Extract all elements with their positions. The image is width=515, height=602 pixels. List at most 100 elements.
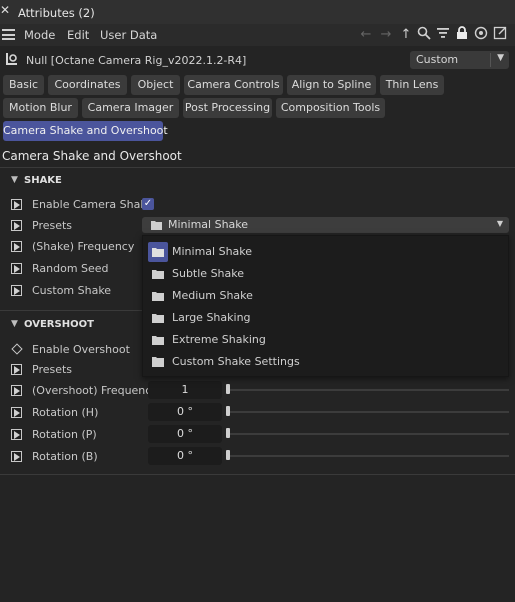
param-label: Enable Overshoot xyxy=(32,343,130,356)
folder-icon xyxy=(152,269,164,279)
menu-mode[interactable]: Mode xyxy=(24,28,55,42)
keyframe-icon[interactable] xyxy=(11,263,22,274)
keyframe-icon[interactable] xyxy=(11,285,22,296)
new-window-icon[interactable] xyxy=(491,26,509,44)
slider-track[interactable] xyxy=(228,433,509,435)
param-label: Random Seed xyxy=(32,262,109,275)
menu-item-extreme-shaking[interactable]: Extreme Shaking xyxy=(143,329,508,351)
param-label: (Overshoot) Frequency xyxy=(32,384,158,397)
hamburger-menu-icon[interactable] xyxy=(2,29,15,40)
keyframe-icon[interactable] xyxy=(11,429,22,440)
tab-camera-controls[interactable]: Camera Controls xyxy=(184,75,283,95)
menu-item-label: Minimal Shake xyxy=(172,245,253,258)
menu-item-label: Medium Shake xyxy=(172,289,253,302)
menu-user-data[interactable]: User Data xyxy=(100,28,157,42)
group-overshoot-title: OVERSHOOT xyxy=(24,319,94,330)
folder-icon xyxy=(152,357,164,367)
param-label: Presets xyxy=(32,363,73,376)
window-title: Attributes (2) xyxy=(18,6,95,20)
divider xyxy=(490,53,491,67)
keyframe-icon[interactable] xyxy=(11,385,22,396)
param-label: Rotation (H) xyxy=(32,406,99,419)
group-shake-header[interactable]: ▼ SHAKE xyxy=(0,172,515,190)
overshoot-frequency-input[interactable]: 1 xyxy=(148,381,222,399)
forward-arrow-icon[interactable]: → xyxy=(377,26,395,44)
tab-basic[interactable]: Basic xyxy=(3,75,44,95)
slider-handle[interactable] xyxy=(226,428,230,438)
close-icon[interactable]: ✕ xyxy=(0,3,10,17)
chevron-down-icon: ▼ xyxy=(497,53,504,63)
menu-bar: Mode Edit User Data ← → ↑ xyxy=(0,24,515,46)
tab-thin-lens[interactable]: Thin Lens xyxy=(380,75,444,95)
layer-select-value: Custom xyxy=(416,53,459,66)
tab-coordinates[interactable]: Coordinates xyxy=(48,75,127,95)
divider xyxy=(0,310,142,311)
lock-icon[interactable] xyxy=(453,26,471,44)
menu-edit[interactable]: Edit xyxy=(67,28,89,42)
keyframe-icon[interactable] xyxy=(11,199,22,210)
slider-track[interactable] xyxy=(228,389,509,391)
menu-item-subtle-shake[interactable]: Subtle Shake xyxy=(143,263,508,285)
menu-item-label: Custom Shake Settings xyxy=(172,355,300,368)
presets-dropdown[interactable]: Minimal Shake ▼ xyxy=(142,217,509,233)
folder-icon xyxy=(152,335,164,345)
keyframe-icon[interactable] xyxy=(11,451,22,462)
keyframe-icon[interactable] xyxy=(11,364,22,375)
filter-icon[interactable] xyxy=(434,26,452,44)
folder-icon xyxy=(152,313,164,323)
menu-item-label: Subtle Shake xyxy=(172,267,245,280)
slider-handle[interactable] xyxy=(226,384,230,394)
object-title: Null [Octane Camera Rig_v2022.1.2-R4] xyxy=(26,54,247,67)
slider-track[interactable] xyxy=(228,455,509,457)
keyframe-icon[interactable] xyxy=(11,407,22,418)
menu-item-minimal-shake[interactable]: Minimal Shake xyxy=(143,241,508,263)
param-label: Presets xyxy=(32,219,73,232)
enable-camera-shake-checkbox[interactable]: ✓ xyxy=(142,198,154,210)
presets-popup-menu: Minimal Shake Subtle Shake Medium Shake … xyxy=(142,235,509,377)
menu-item-large-shaking[interactable]: Large Shaking xyxy=(143,307,508,329)
chevron-down-icon: ▼ xyxy=(496,219,503,228)
folder-icon xyxy=(152,291,164,301)
back-arrow-icon[interactable]: ← xyxy=(357,26,375,44)
menu-item-custom-shake-settings[interactable]: Custom Shake Settings xyxy=(143,351,508,373)
keyframe-icon[interactable] xyxy=(11,220,22,231)
search-icon[interactable] xyxy=(415,26,433,44)
chevron-down-icon: ▼ xyxy=(11,175,18,185)
divider xyxy=(0,474,515,475)
menu-item-label: Large Shaking xyxy=(172,311,251,324)
tab-composition-tools[interactable]: Composition Tools xyxy=(276,98,385,118)
group-shake-title: SHAKE xyxy=(24,175,62,186)
title-bar: ✕ Attributes (2) xyxy=(0,0,515,24)
tab-camera-imager[interactable]: Camera Imager xyxy=(82,98,179,118)
rotation-p-input[interactable]: 0 ° xyxy=(148,425,222,443)
divider xyxy=(0,167,515,168)
rotation-b-input[interactable]: 0 ° xyxy=(148,447,222,465)
param-label: Enable Camera Shake xyxy=(32,198,154,211)
menu-item-medium-shake[interactable]: Medium Shake xyxy=(143,285,508,307)
rotation-h-input[interactable]: 0 ° xyxy=(148,403,222,421)
presets-value: Minimal Shake xyxy=(168,218,249,231)
param-label: (Shake) Frequency xyxy=(32,240,135,253)
slider-handle[interactable] xyxy=(226,406,230,416)
slider-handle[interactable] xyxy=(226,450,230,460)
tab-align-to-spline[interactable]: Align to Spline xyxy=(287,75,376,95)
layer-select[interactable]: Custom ▼ xyxy=(410,51,509,69)
target-icon[interactable] xyxy=(472,26,490,44)
param-label: Custom Shake xyxy=(32,284,112,297)
folder-icon xyxy=(151,220,162,230)
menu-item-label: Extreme Shaking xyxy=(172,333,266,346)
tab-camera-shake-and-overshoot[interactable]: Camera Shake and Overshoot xyxy=(3,121,168,141)
param-enable-camera-shake: Enable Camera Shake xyxy=(0,194,515,214)
keyframe-icon[interactable] xyxy=(11,241,22,252)
section-title: Camera Shake and Overshoot xyxy=(2,149,182,163)
null-object-icon xyxy=(4,51,20,67)
slider-track[interactable] xyxy=(228,411,509,413)
up-arrow-icon[interactable]: ↑ xyxy=(397,26,415,44)
keyframe-diamond-icon[interactable] xyxy=(11,343,23,355)
chevron-down-icon: ▼ xyxy=(11,319,18,329)
folder-icon xyxy=(148,242,168,262)
tab-object[interactable]: Object xyxy=(131,75,180,95)
tab-motion-blur[interactable]: Motion Blur xyxy=(3,98,78,118)
param-label: Rotation (P) xyxy=(32,428,97,441)
tab-post-processing[interactable]: Post Processing xyxy=(183,98,272,118)
